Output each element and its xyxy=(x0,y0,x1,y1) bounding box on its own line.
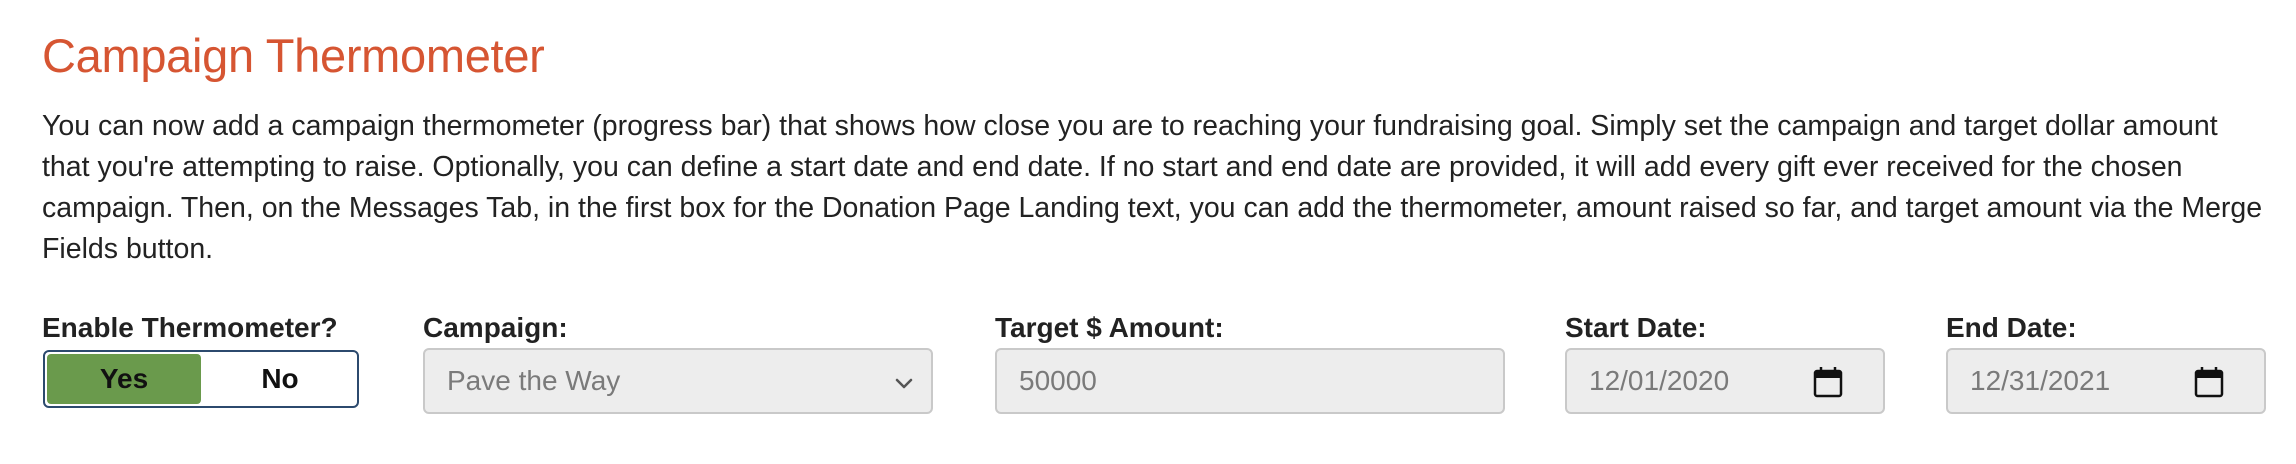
enable-thermometer-toggle[interactable]: Yes No xyxy=(43,350,359,408)
enable-thermometer-label: Enable Thermometer? xyxy=(42,312,338,343)
campaign-select[interactable]: Pave the Way xyxy=(423,348,933,414)
start-date-value: 12/01/2020 xyxy=(1589,365,1730,396)
end-date-value: 12/31/2021 xyxy=(1970,365,2111,396)
calendar-icon[interactable] xyxy=(1813,366,1843,398)
section-description: You can now add a campaign thermometer (… xyxy=(42,110,2263,265)
target-amount-label: Target $ Amount: xyxy=(995,312,1224,343)
chevron-down-icon xyxy=(895,378,913,389)
campaign-select-value: Pave the Way xyxy=(447,365,621,396)
calendar-icon[interactable] xyxy=(2194,366,2224,398)
section-title: Campaign Thermometer xyxy=(42,29,545,82)
end-date-label: End Date: xyxy=(1946,312,2077,343)
start-date-input[interactable]: 12/01/2020 xyxy=(1565,348,1885,414)
toggle-no-button[interactable]: No xyxy=(203,352,357,406)
campaign-label: Campaign: xyxy=(423,312,568,343)
start-date-label: Start Date: xyxy=(1565,312,1707,343)
target-amount-value: 50000 xyxy=(1019,365,1097,396)
end-date-input[interactable]: 12/31/2021 xyxy=(1946,348,2266,414)
target-amount-input[interactable]: 50000 xyxy=(995,348,1505,414)
toggle-yes-button[interactable]: Yes xyxy=(47,354,201,404)
